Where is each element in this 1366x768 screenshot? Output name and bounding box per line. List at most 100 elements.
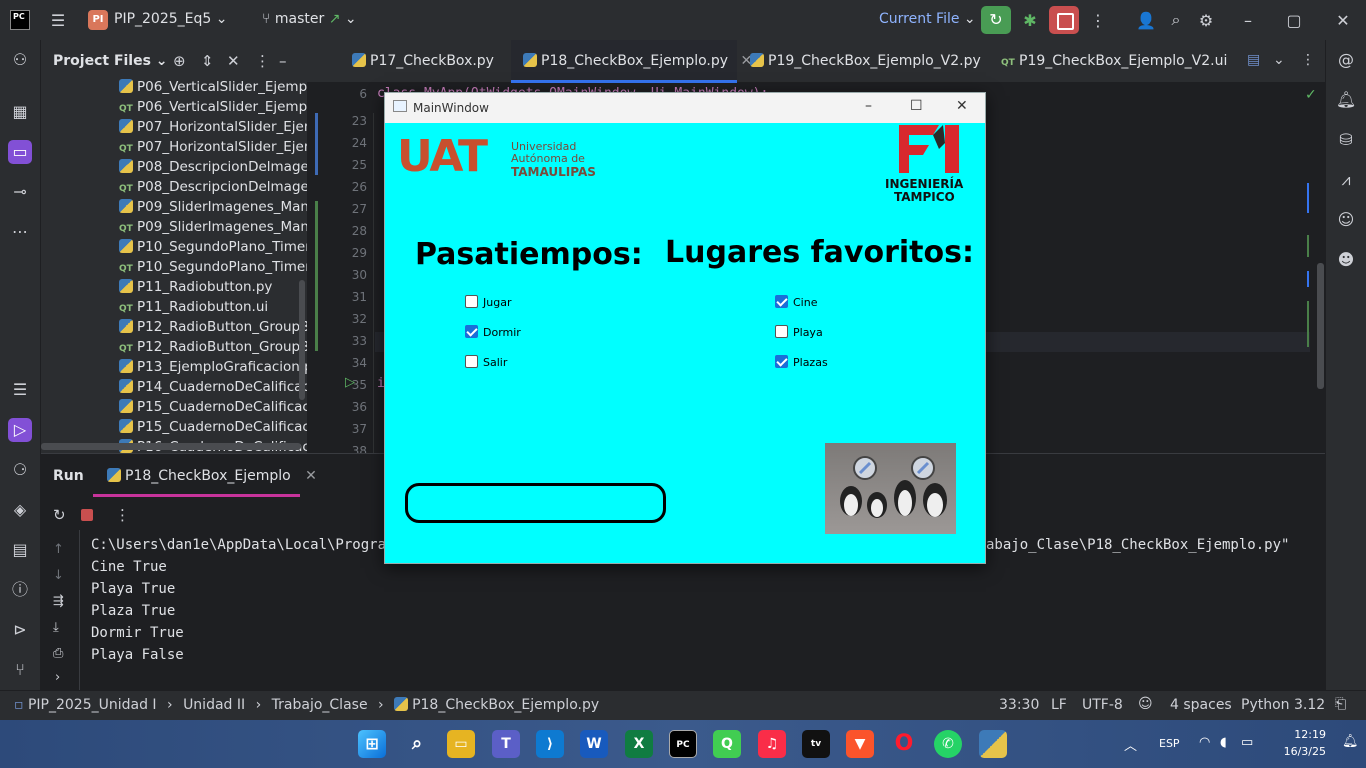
checkbox-box[interactable] — [775, 325, 788, 338]
start-windows-icon[interactable]: ⊞ — [358, 730, 386, 758]
excel-icon[interactable]: X — [625, 730, 653, 758]
notification-bell-icon[interactable]: 🔔︎ — [1342, 734, 1359, 749]
run-tab[interactable]: P18_CheckBox_Ejemplo ✕ — [107, 468, 317, 484]
project-tree-item[interactable]: QT P09_SliderImagenes_Manua — [119, 217, 307, 237]
copilot-status-icon[interactable]: ☺ — [1138, 696, 1153, 712]
project-tree-item[interactable]: P13_EjemploGraficacion.py — [119, 357, 307, 377]
python-app-icon[interactable] — [979, 730, 1007, 758]
expand-all-icon[interactable]: ⇕ — [201, 52, 214, 70]
checkbox-salir[interactable]: Salir — [465, 354, 507, 372]
pycharm-taskbar-icon[interactable]: PC — [669, 730, 697, 758]
file-explorer-icon[interactable]: ▭ — [447, 730, 475, 758]
minimize-icon[interactable]: – — [1238, 10, 1258, 30]
minimize-icon[interactable]: – — [865, 98, 872, 114]
checkbox-box[interactable] — [465, 355, 478, 368]
tab-p19-checkbox-ejemplo-v2-ui[interactable]: QT P19_CheckBox_Ejemplo_V2.ui — [1001, 40, 1227, 83]
inspection-ok-icon[interactable]: ✓ — [1305, 87, 1317, 103]
locate-icon[interactable]: ⊕ — [173, 52, 186, 70]
tab-p18-checkbox-ejemplo[interactable]: P18_CheckBox_Ejemplo.py ✕ — [511, 40, 752, 83]
apple-tv-icon[interactable]: tv — [802, 730, 830, 758]
breadcrumb-item[interactable]: P18_CheckBox_Ejemplo.py — [412, 697, 599, 713]
project-tree-item[interactable]: P15_CuadernoDeCalificacion — [119, 397, 307, 417]
run-config-selector[interactable]: Current File ⌄ — [879, 11, 976, 27]
checkbox-box[interactable] — [775, 355, 788, 368]
expand-icon[interactable]: › — [55, 670, 60, 685]
stop-icon[interactable] — [81, 509, 93, 521]
run-tool-icon[interactable]: ▷ — [8, 418, 32, 442]
run-more-icon[interactable]: ⋮ — [115, 506, 130, 524]
qt-designer-icon[interactable]: Q — [713, 730, 741, 758]
project-tree-item[interactable]: P09_SliderImagenes_Manua — [119, 197, 307, 217]
project-tree-item[interactable]: QT P07_HorizontalSlider_Ejemp — [119, 137, 307, 157]
panel-options-icon[interactable]: ⋮ — [255, 52, 270, 70]
todo-list-icon[interactable]: ☰ — [8, 378, 32, 402]
project-tree-item[interactable]: P14_CuadernoDeCalificacion — [119, 377, 307, 397]
sciview-icon[interactable]: ⩘ — [1334, 168, 1358, 192]
editor-scrollbar[interactable] — [1317, 263, 1324, 389]
layers-icon[interactable]: ◈ — [8, 498, 32, 522]
vscode-icon[interactable]: ⟩ — [536, 730, 564, 758]
project-selector[interactable]: PIP_2025_Eq5 ⌄ — [114, 11, 227, 27]
hide-panel-icon[interactable]: – — [279, 52, 287, 70]
whatsapp-icon[interactable]: ✆ — [934, 730, 962, 758]
close-icon[interactable]: ✕ — [1333, 10, 1353, 30]
project-tree-item[interactable]: P11_Radiobutton.py — [119, 277, 307, 297]
checkbox-cine[interactable]: Cine — [775, 294, 817, 312]
project-tree-item[interactable]: P08_DescripcionDelmagene — [119, 157, 307, 177]
word-icon[interactable]: W — [580, 730, 608, 758]
brave-icon[interactable]: ▼ — [846, 730, 874, 758]
close-run-tab-icon[interactable]: ✕ — [305, 468, 317, 484]
tabs-dropdown-icon[interactable]: ⌄ — [1273, 52, 1285, 68]
file-encoding[interactable]: UTF-8 — [1082, 697, 1123, 713]
breadcrumb-item[interactable]: PIP_2025_Unidad I — [28, 697, 157, 713]
teams-icon[interactable]: T — [492, 730, 520, 758]
search-icon[interactable]: ⌕ — [403, 730, 431, 758]
vertical-scrollbar[interactable] — [299, 280, 305, 400]
checkbox-jugar[interactable]: Jugar — [465, 294, 511, 312]
project-tree-item[interactable]: QT P08_DescripcionDelmagene — [119, 177, 307, 197]
copilot-chat-icon[interactable]: ☻ — [1334, 248, 1358, 272]
scroll-up-icon[interactable]: ↑ — [53, 542, 64, 557]
print-icon[interactable]: ⎙ — [53, 646, 63, 661]
breadcrumb-item[interactable]: Unidad II — [183, 697, 245, 713]
stop-button[interactable] — [1049, 6, 1079, 34]
checkbox-box[interactable] — [775, 295, 788, 308]
folder-icon[interactable]: ▭ — [8, 140, 32, 164]
tabs-more-icon[interactable]: ⋮ — [1301, 52, 1315, 68]
maximize-icon[interactable]: ☐ — [910, 98, 923, 114]
more-options-icon[interactable]: ⋮ — [1088, 10, 1108, 30]
cursor-position[interactable]: 33:30 — [999, 697, 1039, 713]
chevron-up-icon[interactable]: ︿ — [1124, 735, 1137, 754]
project-tree-item[interactable]: P07_HorizontalSlider_Ejemp — [119, 117, 307, 137]
project-tree-item[interactable]: QT P06_VerticalSlider_Ejemplo — [119, 97, 307, 117]
breadcrumb-item[interactable]: Trabajo_Clase — [272, 697, 368, 713]
scroll-down-icon[interactable]: ↓ — [53, 568, 64, 583]
tab-p19-checkbox-ejemplo-v2-py[interactable]: P19_CheckBox_Ejemplo_V2.py — [750, 40, 981, 83]
maximize-icon[interactable]: ▢ — [1284, 10, 1304, 30]
problems-icon[interactable]: ⓘ — [8, 578, 32, 602]
search-icon[interactable]: ⌕ — [1166, 10, 1186, 30]
structure-icon[interactable]: ▦ — [8, 100, 32, 124]
project-icon[interactable]: ⚇ — [8, 48, 32, 72]
clock-date[interactable]: 16/3/25 — [1280, 745, 1326, 758]
main-menu-icon[interactable]: ☰ — [48, 10, 68, 30]
terminal-icon[interactable]: ▤ — [8, 538, 32, 562]
checkbox-box[interactable] — [465, 295, 478, 308]
checkbox-playa[interactable]: Playa — [775, 324, 823, 342]
scroll-to-end-icon[interactable]: ⤓ — [53, 620, 59, 635]
apple-music-icon[interactable]: ♫ — [758, 730, 786, 758]
ai-assistant-icon[interactable]: @ — [1334, 48, 1358, 72]
settings-gear-icon[interactable]: ⚙ — [1196, 10, 1216, 30]
lock-icon[interactable]: ⎗ — [1335, 696, 1346, 712]
project-tree-item[interactable]: P12_RadioButton_GroupBox — [119, 317, 307, 337]
notifications-bell-icon[interactable]: 🔔︎ — [1334, 88, 1358, 112]
close-icon[interactable]: ✕ — [956, 98, 968, 114]
project-panel-title[interactable]: Project Files ⌄ — [53, 53, 168, 69]
services-icon[interactable]: ⊳ — [8, 618, 32, 642]
tab-p17-checkbox[interactable]: P17_CheckBox.py — [352, 40, 512, 83]
copilot-icon[interactable]: ☺ — [1334, 208, 1358, 232]
run-gutter-icon[interactable]: ▷ — [345, 375, 355, 390]
collapse-all-icon[interactable]: ✕ — [227, 52, 240, 70]
rerun-icon[interactable]: ↻ — [53, 506, 66, 524]
commit-icon[interactable]: ⊸ — [8, 180, 32, 204]
